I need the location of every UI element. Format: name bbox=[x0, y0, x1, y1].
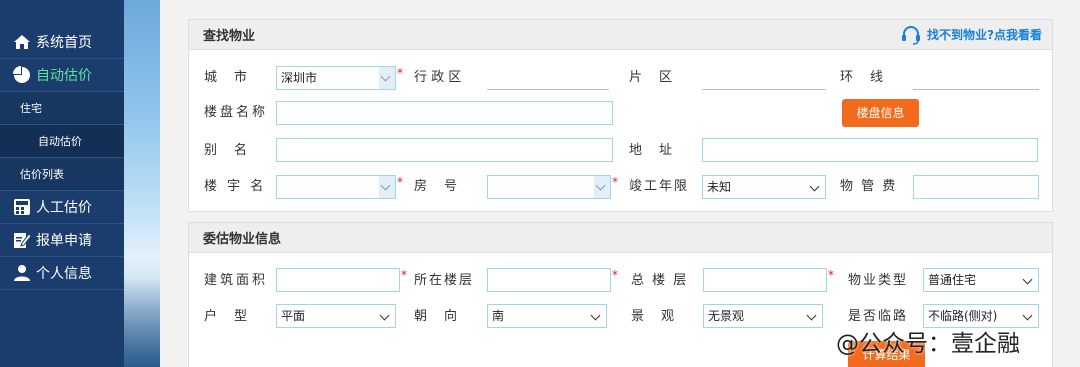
estate-name-input[interactable] bbox=[276, 101, 613, 125]
property-type-select[interactable]: 普通住宅 bbox=[923, 268, 1039, 292]
panel-title: 委估物业信息 bbox=[203, 232, 282, 247]
near-road-value: 不临路(侧对) bbox=[928, 309, 998, 323]
sidebar-item-label: 系统首页 bbox=[36, 35, 92, 51]
home-icon bbox=[12, 32, 32, 52]
area-input[interactable] bbox=[702, 66, 826, 90]
floor-area-input[interactable] bbox=[276, 268, 400, 292]
estate-name-label: 楼盘名称 bbox=[204, 105, 269, 120]
property-panel-header: 委估物业信息 bbox=[189, 223, 1052, 253]
combo-button bbox=[594, 176, 610, 198]
layout-label: 户 型 bbox=[204, 309, 250, 324]
city-label: 城 市 bbox=[204, 70, 250, 85]
required-star: * bbox=[397, 66, 403, 80]
sidebar-item-valuation-list[interactable]: 估价列表 bbox=[0, 158, 124, 191]
sidebar-item-residential[interactable]: 住宅 bbox=[0, 92, 124, 125]
total-floors-label: 总 楼 层 bbox=[631, 273, 689, 288]
address-label: 地 址 bbox=[629, 143, 675, 158]
view-label: 景 观 bbox=[631, 309, 677, 324]
room-label: 房 号 bbox=[414, 179, 460, 194]
alias-label: 别 名 bbox=[204, 143, 250, 158]
management-fee-input[interactable] bbox=[913, 175, 1039, 199]
ring-label: 环 线 bbox=[840, 70, 886, 85]
sidebar-item-label: 人工估价 bbox=[36, 200, 92, 216]
floor-label: 所在楼层 bbox=[414, 273, 475, 288]
sidebar-item-label: 报单申请 bbox=[36, 233, 92, 249]
sidebar-item-home[interactable]: 系统首页 bbox=[0, 26, 124, 59]
management-fee-label: 物 管 费 bbox=[840, 179, 898, 194]
building-label: 楼 宇 名 bbox=[204, 179, 267, 194]
required-star: * bbox=[612, 175, 618, 189]
address-input[interactable] bbox=[702, 138, 1038, 162]
headset-icon bbox=[902, 25, 921, 45]
building-select[interactable] bbox=[276, 175, 396, 199]
search-panel-header: 查找物业 找不到物业?点我看看 bbox=[189, 20, 1052, 50]
calculator-icon bbox=[12, 197, 32, 217]
view-value: 无景观 bbox=[708, 309, 745, 323]
panel-title: 查找物业 bbox=[203, 29, 256, 44]
floor-area-label: 建筑面积 bbox=[204, 273, 269, 288]
sidebar-item-label: 个人信息 bbox=[36, 266, 92, 282]
sidebar-item-auto-valuation[interactable]: 自动估价 bbox=[0, 59, 124, 92]
combo-button bbox=[379, 67, 395, 89]
required-star: * bbox=[397, 175, 403, 189]
alias-input[interactable] bbox=[276, 138, 613, 162]
floor-input[interactable] bbox=[487, 268, 611, 292]
sidebar-item-order-request[interactable]: 报单申请 bbox=[0, 224, 124, 257]
user-icon bbox=[12, 263, 32, 283]
district-input[interactable] bbox=[487, 66, 609, 90]
property-type-label: 物业类型 bbox=[848, 273, 909, 288]
layout-select[interactable]: 平面 bbox=[276, 304, 396, 328]
city-value: 深圳市 bbox=[281, 71, 318, 85]
orientation-label: 朝 向 bbox=[414, 309, 460, 324]
layout-value: 平面 bbox=[281, 309, 306, 323]
pie-chart-icon bbox=[12, 65, 32, 85]
watermark: @公众号：壹企融 bbox=[836, 331, 1020, 357]
total-floors-input[interactable] bbox=[703, 268, 827, 292]
edit-icon bbox=[12, 230, 32, 250]
sidebar-item-label: 自动估价 bbox=[36, 68, 92, 84]
required-star: * bbox=[612, 268, 618, 282]
sidebar-item-personal-info[interactable]: 个人信息 bbox=[0, 257, 124, 290]
sidebar-item-manual-valuation[interactable]: 人工估价 bbox=[0, 191, 124, 224]
district-label: 行 政 区 bbox=[414, 70, 462, 85]
cannot-find-property-link[interactable]: 找不到物业?点我看看 bbox=[901, 25, 1042, 45]
room-select[interactable] bbox=[487, 175, 611, 199]
required-star: * bbox=[401, 268, 407, 282]
city-select[interactable]: 深圳市 bbox=[276, 66, 396, 90]
completion-year-value: 未知 bbox=[707, 180, 732, 194]
sidebar: 系统首页 自动估价 住宅 自动估价 估价列表 人工估价 报单申请 个人信息 bbox=[0, 0, 124, 367]
area-label: 片 区 bbox=[629, 70, 675, 85]
completion-year-label: 竣工年限 bbox=[629, 179, 690, 194]
property-type-value: 普通住宅 bbox=[928, 273, 977, 287]
view-select[interactable]: 无景观 bbox=[703, 304, 823, 328]
required-star: * bbox=[828, 268, 834, 282]
combo-button bbox=[379, 176, 395, 198]
orientation-select[interactable]: 南 bbox=[487, 304, 607, 328]
estate-info-button[interactable]: 楼盘信息 bbox=[842, 99, 919, 127]
background-photo-strip bbox=[124, 0, 160, 367]
orientation-value: 南 bbox=[492, 309, 505, 323]
completion-year-select[interactable]: 未知 bbox=[702, 175, 826, 199]
sidebar-item-auto-valuation-sub[interactable]: 自动估价 bbox=[0, 125, 124, 158]
sidebar-top-spacer bbox=[0, 0, 124, 26]
help-link-text: 找不到物业?点我看看 bbox=[927, 28, 1042, 42]
ring-input[interactable] bbox=[913, 66, 1039, 90]
search-panel: 查找物业 找不到物业?点我看看 城 市 深圳市 * 行 政 区 片 区 环 线 … bbox=[188, 19, 1053, 212]
